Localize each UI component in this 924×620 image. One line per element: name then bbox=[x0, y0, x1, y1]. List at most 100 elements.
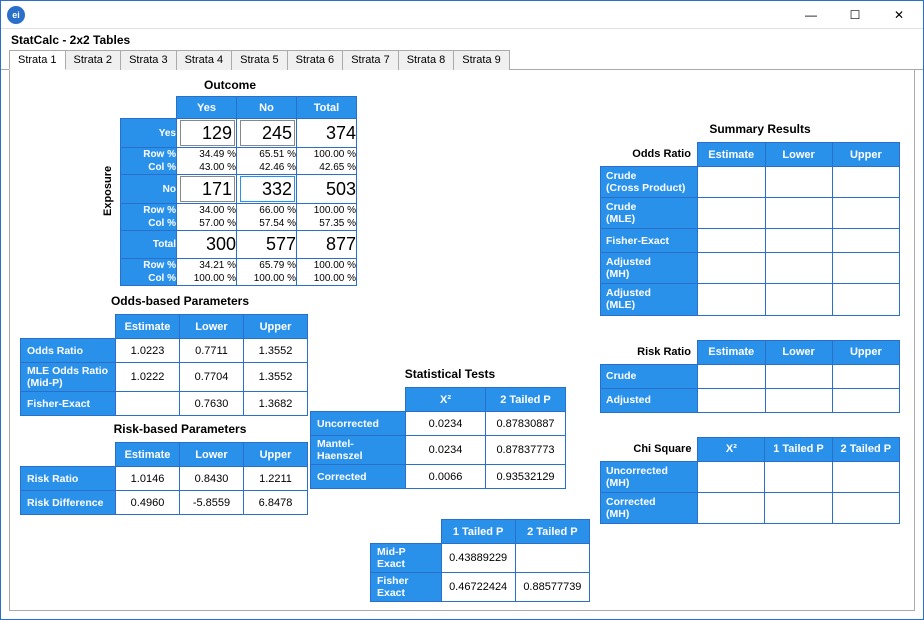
row-pct-lbl-1: Row %Col % bbox=[121, 148, 177, 175]
cell-no-no[interactable] bbox=[240, 176, 295, 202]
tab-strata-4[interactable]: Strata 4 bbox=[176, 50, 233, 70]
row-no: No bbox=[121, 175, 177, 204]
summary-row-label: Uncorrected(MH) bbox=[601, 461, 698, 492]
value-cell: 0.0234 bbox=[406, 412, 486, 436]
value-cell: 0.0234 bbox=[406, 436, 486, 465]
tab-strata-5[interactable]: Strata 5 bbox=[231, 50, 288, 70]
summary-row-label: Fisher-Exact bbox=[601, 229, 698, 253]
app-icon: ei bbox=[7, 6, 25, 24]
summary-empty-cell bbox=[832, 364, 899, 388]
summary-empty-cell bbox=[765, 229, 832, 253]
tab-content: Outcome Exposure Yes No Total Yes 3 bbox=[9, 70, 915, 611]
outcome-heading: Outcome bbox=[140, 78, 320, 92]
summary-side-label: Chi Square bbox=[601, 437, 698, 461]
tab-strata-6[interactable]: Strata 6 bbox=[287, 50, 344, 70]
value-cell: 0.0066 bbox=[406, 465, 486, 489]
tab-strata-1[interactable]: Strata 1 bbox=[9, 50, 66, 70]
summary-empty-cell bbox=[697, 284, 765, 315]
summary-empty-cell bbox=[832, 229, 899, 253]
summary-row-label: Corrected(MH) bbox=[601, 492, 698, 523]
odds-params-table: EstimateLowerUpperOdds Ratio1.02230.7711… bbox=[20, 314, 308, 416]
stat-tests-table: X²2 Tailed PUncorrected0.02340.87830887M… bbox=[310, 387, 566, 489]
summary-heading: Summary Results bbox=[660, 122, 860, 136]
summary-empty-cell bbox=[765, 388, 832, 412]
summary-empty-cell bbox=[697, 388, 765, 412]
tab-strata-7[interactable]: Strata 7 bbox=[342, 50, 399, 70]
summary-row-label: Crude bbox=[601, 364, 698, 388]
summary-empty-cell bbox=[698, 461, 765, 492]
summary-chi-table: Chi SquareX²1 Tailed P2 Tailed PUncorrec… bbox=[600, 437, 900, 524]
value-cell: 1.3552 bbox=[244, 363, 308, 392]
cell-no-total: 503 bbox=[297, 175, 357, 204]
summary-row-label: Adjusted bbox=[601, 388, 698, 412]
row-label: Fisher Exact bbox=[371, 573, 442, 602]
value-cell: 0.87837773 bbox=[486, 436, 566, 465]
summary-empty-cell bbox=[832, 388, 899, 412]
tab-strata-3[interactable]: Strata 3 bbox=[120, 50, 177, 70]
exposure-label: Exposure bbox=[102, 166, 114, 216]
value-cell: 0.4960 bbox=[116, 491, 180, 515]
summary-empty-cell bbox=[697, 198, 765, 229]
minimize-button[interactable]: — bbox=[789, 2, 833, 28]
summary-side-label: Odds Ratio bbox=[601, 143, 698, 167]
row-label: Odds Ratio bbox=[21, 339, 116, 363]
cell-no-yes[interactable] bbox=[180, 176, 235, 202]
row-yes: Yes bbox=[121, 119, 177, 148]
value-cell: 0.7704 bbox=[180, 363, 244, 392]
summary-row-label: Crude(Cross Product) bbox=[601, 167, 698, 198]
value-cell: 1.0222 bbox=[116, 363, 180, 392]
outcome-table: Yes No Total Yes 374 Row %Col % bbox=[120, 96, 357, 286]
cell-yes-yes[interactable] bbox=[180, 120, 235, 146]
summary-empty-cell bbox=[832, 167, 899, 198]
summary-odds-table: Odds RatioEstimateLowerUpperCrude(Cross … bbox=[600, 142, 900, 316]
cell-yes-no[interactable] bbox=[240, 120, 295, 146]
summary-empty-cell bbox=[765, 364, 832, 388]
value-cell: 1.0223 bbox=[116, 339, 180, 363]
risk-params-table: EstimateLowerUpperRisk Ratio1.01460.8430… bbox=[20, 442, 308, 515]
risk-params-heading: Risk-based Parameters bbox=[80, 422, 280, 436]
app-window: ei — ☐ ✕ StatCalc - 2x2 Tables Strata 1S… bbox=[0, 0, 924, 620]
summary-empty-cell bbox=[832, 492, 899, 523]
close-button[interactable]: ✕ bbox=[877, 2, 921, 28]
summary-empty-cell bbox=[697, 167, 765, 198]
summary-empty-cell bbox=[765, 167, 832, 198]
col-yes: Yes bbox=[177, 97, 237, 119]
value-cell: 0.7630 bbox=[180, 392, 244, 416]
summary-empty-cell bbox=[832, 253, 899, 284]
row-label: MLE Odds Ratio (Mid-P) bbox=[21, 363, 116, 392]
col-total: Total bbox=[297, 97, 357, 119]
row-label: Uncorrected bbox=[311, 412, 406, 436]
odds-params-heading: Odds-based Parameters bbox=[80, 294, 280, 308]
tab-strata-2[interactable]: Strata 2 bbox=[65, 50, 122, 70]
summary-side-label: Risk Ratio bbox=[601, 340, 698, 364]
summary-row-label: Adjusted(MLE) bbox=[601, 284, 698, 315]
value-cell: 0.8430 bbox=[180, 467, 244, 491]
value-cell: 0.87830887 bbox=[486, 412, 566, 436]
row-label: Fisher-Exact bbox=[21, 392, 116, 416]
summary-row-label: Adjusted(MH) bbox=[601, 253, 698, 284]
maximize-button[interactable]: ☐ bbox=[833, 2, 877, 28]
value-cell: -5.8559 bbox=[180, 491, 244, 515]
summary-empty-cell bbox=[765, 492, 832, 523]
tabstrip: Strata 1Strata 2Strata 3Strata 4Strata 5… bbox=[1, 49, 923, 70]
row-total: Total bbox=[121, 231, 177, 259]
value-cell: 0.7711 bbox=[180, 339, 244, 363]
summary-empty-cell bbox=[697, 253, 765, 284]
tab-strata-9[interactable]: Strata 9 bbox=[453, 50, 510, 70]
value-cell: 1.3682 bbox=[244, 392, 308, 416]
summary-empty-cell bbox=[765, 461, 832, 492]
summary-empty-cell bbox=[765, 253, 832, 284]
titlebar: ei — ☐ ✕ bbox=[1, 1, 923, 29]
row-label: Corrected bbox=[311, 465, 406, 489]
row-label: Risk Difference bbox=[21, 491, 116, 515]
summary-row-label: Crude(MLE) bbox=[601, 198, 698, 229]
summary-empty-cell bbox=[698, 492, 765, 523]
summary-risk-table: Risk RatioEstimateLowerUpperCrudeAdjuste… bbox=[600, 340, 900, 413]
summary-empty-cell bbox=[832, 198, 899, 229]
tab-strata-8[interactable]: Strata 8 bbox=[398, 50, 455, 70]
summary-empty-cell bbox=[765, 198, 832, 229]
row-label: Mantel-Haenszel bbox=[311, 436, 406, 465]
row-label: Risk Ratio bbox=[21, 467, 116, 491]
cell-yes-total: 374 bbox=[297, 119, 357, 148]
value-cell: 1.3552 bbox=[244, 339, 308, 363]
